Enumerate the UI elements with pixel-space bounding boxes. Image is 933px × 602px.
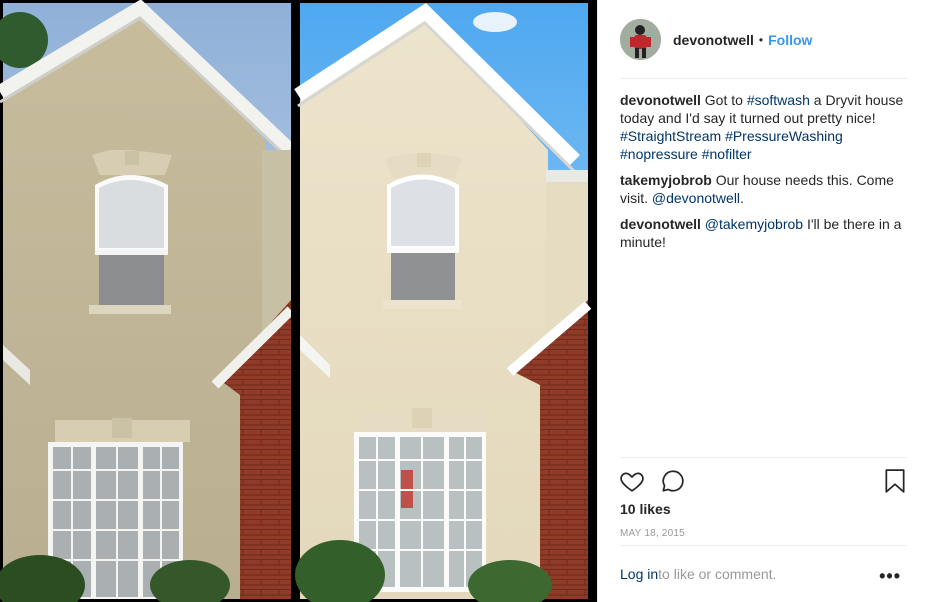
hashtag-link[interactable]: #PressureWashing — [725, 128, 843, 144]
hashtag-link[interactable]: #nopressure — [620, 146, 698, 162]
comment-text: Got to — [700, 92, 747, 108]
comment-username[interactable]: takemyjobrob — [620, 172, 712, 188]
post-date: MAY 18, 2015 — [620, 528, 685, 539]
follow-button[interactable]: Follow — [768, 32, 812, 48]
avatar[interactable] — [620, 19, 661, 60]
mention-link[interactable]: @devonotwell — [652, 190, 740, 206]
header-divider — [620, 78, 908, 79]
comment-item: devonotwell @takemyjobrob I'll be there … — [620, 215, 910, 251]
comment-footer: Log in to like or comment. ••• — [620, 545, 907, 602]
post-username[interactable]: devonotwell — [673, 32, 754, 48]
more-options-icon[interactable]: ••• — [879, 566, 901, 587]
comment-bubble-icon[interactable] — [660, 468, 688, 496]
login-prompt-text: to like or comment. — [658, 566, 777, 582]
like-heart-icon[interactable] — [619, 468, 647, 496]
hashtag-link[interactable]: #softwash — [747, 92, 810, 108]
mention-link[interactable]: @takemyjobrob — [705, 216, 803, 232]
before-after-house-photo — [0, 0, 592, 602]
comment-username[interactable]: devonotwell — [620, 216, 701, 232]
hashtag-link[interactable]: #StraightStream — [620, 128, 721, 144]
comment-text: . — [740, 190, 744, 206]
post-photo[interactable] — [0, 0, 597, 602]
post-header: devonotwell • Follow — [598, 0, 933, 79]
header-separator: • — [758, 32, 764, 47]
like-count[interactable]: 10 likes — [620, 501, 671, 517]
comment-item: devonotwell Got to #softwash a Dryvit ho… — [620, 91, 910, 163]
hashtag-link[interactable]: #nofilter — [702, 146, 752, 162]
comment-username[interactable]: devonotwell — [620, 92, 701, 108]
comment-item: takemyjobrob Our house needs this. Come … — [620, 171, 910, 207]
comment-list: devonotwell Got to #softwash a Dryvit ho… — [620, 91, 910, 259]
login-link[interactable]: Log in — [620, 566, 658, 582]
post-side-panel: devonotwell • Follow devonotwell Got to … — [597, 0, 933, 602]
bookmark-icon[interactable] — [883, 468, 911, 496]
